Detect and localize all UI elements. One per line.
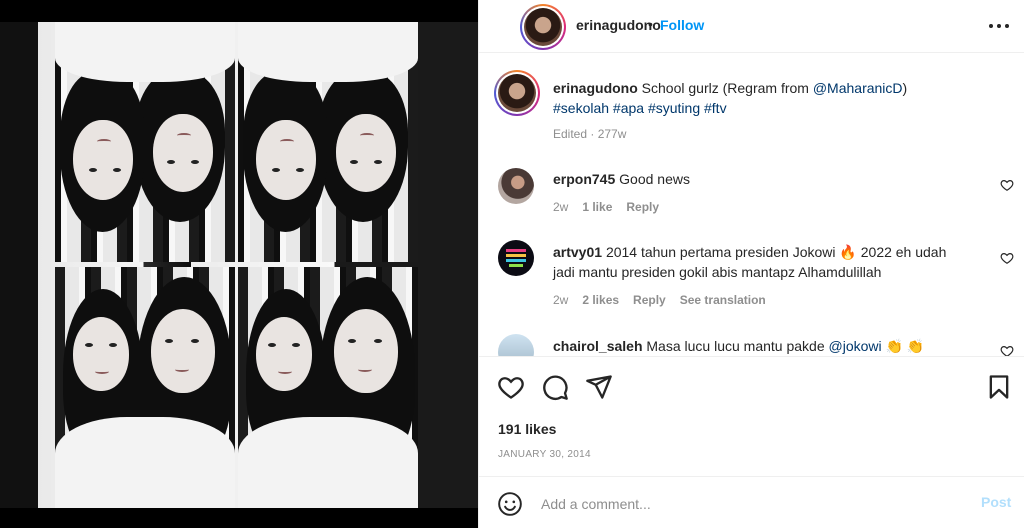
photo-quad-bottom-right <box>238 267 418 508</box>
comments-list[interactable]: erinagudono School gurlz (Regram from @M… <box>479 54 1024 356</box>
likes-count[interactable]: 191 likes <box>498 421 556 437</box>
comment-avatar[interactable] <box>498 334 534 356</box>
add-comment-bar: Post <box>479 476 1024 528</box>
post-side-panel: erinagudono • Follow erinagudono School … <box>478 0 1024 528</box>
photo-quad-top-left <box>55 22 235 262</box>
post-date[interactable]: JANUARY 30, 2014 <box>498 449 591 460</box>
separator-dot: • <box>648 16 653 32</box>
comment-avatar[interactable] <box>498 240 534 276</box>
caption-hashtags[interactable]: #sekolah #apa #syuting #ftv <box>553 100 727 116</box>
caption-body: School gurlz (Regram from <box>641 80 813 96</box>
comment-avatar[interactable] <box>498 168 534 204</box>
reply-button[interactable]: Reply <box>626 200 659 214</box>
comment-icon[interactable] <box>541 373 569 401</box>
comment-likes[interactable]: 1 like <box>582 200 612 214</box>
post-comment-button[interactable]: Post <box>981 494 1011 510</box>
more-options-icon[interactable] <box>988 14 1010 36</box>
comment-like-icon[interactable] <box>1000 344 1014 356</box>
comment-username[interactable]: erpon745 <box>553 171 615 187</box>
follow-button[interactable]: Follow <box>660 17 704 33</box>
comment-avatar-graphic <box>506 249 526 267</box>
post-media[interactable] <box>0 0 478 528</box>
comment-like-icon[interactable] <box>1000 178 1014 192</box>
caption-text: erinagudono School gurlz (Regram from @M… <box>553 80 908 116</box>
bookmark-icon[interactable] <box>985 373 1013 401</box>
photo-quad-bottom-left <box>55 267 235 508</box>
comment-mention[interactable]: @jokowi <box>829 338 882 354</box>
photo-quad-top-right <box>238 22 418 262</box>
author-avatar[interactable] <box>520 4 566 50</box>
post-photo <box>0 22 478 508</box>
reply-button[interactable]: Reply <box>633 293 666 307</box>
see-translation-button[interactable]: See translation <box>680 293 766 307</box>
comment-text: erpon745 Good news <box>553 171 690 187</box>
post-header: erinagudono • Follow <box>479 0 1024 53</box>
share-icon[interactable] <box>585 373 613 401</box>
caption-meta: Edited · 277w <box>553 127 627 141</box>
comment-username[interactable]: chairol_saleh <box>553 338 643 354</box>
comment-meta: 2w 1 like Reply <box>553 200 660 214</box>
comment-likes[interactable]: 2 likes <box>582 293 619 307</box>
comment-meta: 2w 2 likes Reply See translation <box>553 293 766 307</box>
heart-icon[interactable] <box>497 373 525 401</box>
comment-input[interactable] <box>541 493 961 515</box>
comment-username[interactable]: artvy01 <box>553 244 602 260</box>
comment-like-icon[interactable] <box>1000 251 1014 265</box>
caption-username[interactable]: erinagudono <box>553 80 638 96</box>
comment-text: chairol_saleh Masa lucu lucu mantu pakde… <box>553 338 925 354</box>
comment-text: artvy01 2014 tahun pertama presiden Joko… <box>553 244 947 280</box>
caption-mention[interactable]: @MaharanicD <box>813 80 903 96</box>
emoji-icon[interactable] <box>497 491 523 517</box>
caption-author-avatar[interactable] <box>494 70 540 116</box>
